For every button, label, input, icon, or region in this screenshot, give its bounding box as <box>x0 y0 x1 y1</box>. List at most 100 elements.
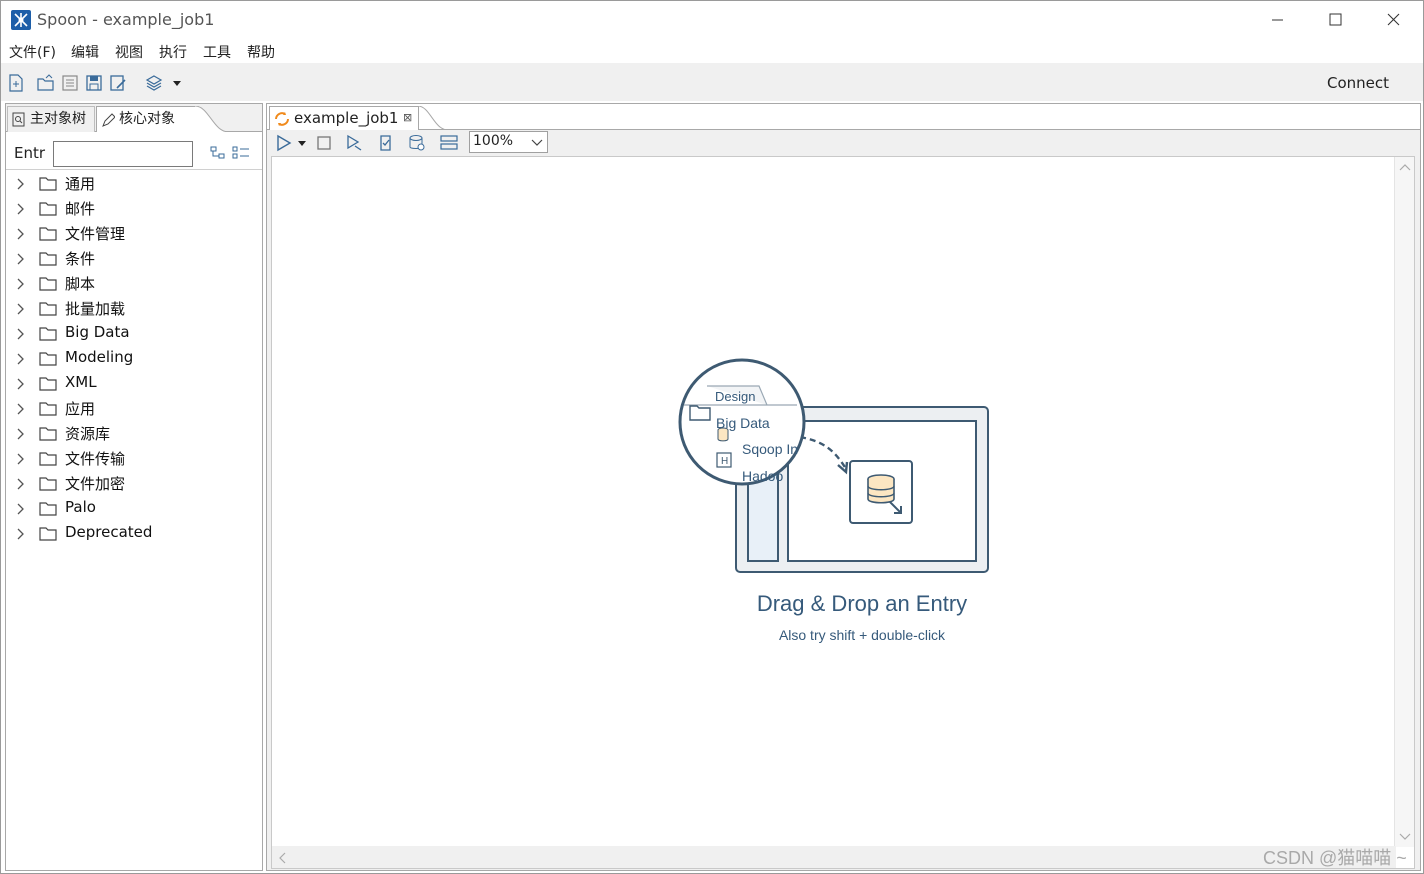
tree-folder-label: 文件管理 <box>65 225 126 243</box>
scroll-up-icon[interactable] <box>1399 163 1411 171</box>
tree-folder-label: 文件加密 <box>65 475 126 493</box>
zoom-select[interactable]: 100% <box>469 131 548 153</box>
chevron-right-icon[interactable] <box>16 477 26 491</box>
horizontal-scrollbar[interactable] <box>272 846 1396 868</box>
chevron-right-icon[interactable] <box>16 452 26 466</box>
chevron-right-icon[interactable] <box>16 377 26 391</box>
folder-icon <box>39 227 57 241</box>
collapse-all-icon[interactable] <box>232 146 250 160</box>
tree-folder-label: 条件 <box>65 250 96 268</box>
menu-run[interactable]: 执行 <box>159 42 187 62</box>
main-toolbar: Connect <box>1 63 1423 101</box>
tree-folder-item[interactable]: 资源库 <box>6 422 262 447</box>
tree-folder-item[interactable]: 文件管理 <box>6 222 262 247</box>
tree-folder-item[interactable]: 条件 <box>6 247 262 272</box>
close-button[interactable] <box>1370 5 1416 35</box>
folder-icon <box>39 327 57 341</box>
tab-core-objects-label: 核心对象 <box>119 111 175 127</box>
chevron-right-icon[interactable] <box>16 302 26 316</box>
chevron-right-icon[interactable] <box>16 427 26 441</box>
illustration-item1: Sqoop In <box>742 441 798 457</box>
check-job-icon[interactable] <box>377 134 395 152</box>
maximize-button[interactable] <box>1312 5 1358 35</box>
folder-icon <box>39 527 57 541</box>
drag-drop-illustration: H Design Big Data Sqoop In Hadoo <box>672 357 1002 591</box>
tree-folder-item[interactable]: Modeling <box>6 347 262 372</box>
scroll-left-icon[interactable] <box>278 852 286 864</box>
tab-edge-decoration <box>418 106 448 130</box>
chevron-right-icon[interactable] <box>16 252 26 266</box>
chevron-right-icon[interactable] <box>16 277 26 291</box>
folder-icon <box>39 177 57 191</box>
tree-folder-item[interactable]: Deprecated <box>6 522 262 547</box>
window-title: Spoon - example_job1 <box>37 10 215 29</box>
minimize-icon <box>1272 19 1283 21</box>
chevron-right-icon[interactable] <box>16 352 26 366</box>
spoon-app-icon <box>11 10 31 30</box>
job-canvas[interactable]: H Design Big Data Sqoop In Hadoo Drag & … <box>271 156 1415 869</box>
menu-view[interactable]: 视图 <box>115 42 143 62</box>
chevron-right-icon[interactable] <box>16 227 26 241</box>
save-as-icon[interactable] <box>109 74 127 92</box>
title-bar: Spoon - example_job1 <box>1 1 1423 39</box>
sql-explorer-icon[interactable] <box>408 134 426 152</box>
tab-core-objects[interactable]: 核心对象 <box>96 106 196 132</box>
chevron-right-icon[interactable] <box>16 177 26 191</box>
open-file-icon[interactable] <box>37 74 55 92</box>
search-input[interactable] <box>53 141 193 167</box>
menu-tools[interactable]: 工具 <box>203 42 231 62</box>
folder-icon <box>39 302 57 316</box>
search-row: Entr <box>6 132 262 170</box>
chevron-right-icon[interactable] <box>16 402 26 416</box>
save-icon[interactable] <box>85 74 103 92</box>
tab-example-job1[interactable]: example_job1 ⊠ <box>269 106 419 130</box>
tree-folder-item[interactable]: 文件加密 <box>6 472 262 497</box>
tree-folder-item[interactable]: 通用 <box>6 172 262 197</box>
illustration-item2: Hadoo <box>742 468 784 484</box>
tree-folder-label: Big Data <box>65 323 130 341</box>
tree-folder-item[interactable]: 应用 <box>6 397 262 422</box>
run-dropdown-icon[interactable] <box>296 134 308 152</box>
tree-folder-item[interactable]: Big Data <box>6 322 262 347</box>
layers-icon[interactable] <box>145 74 163 92</box>
replay-icon[interactable] <box>345 134 363 152</box>
folder-icon <box>39 427 57 441</box>
expand-all-icon[interactable] <box>210 146 226 160</box>
chevron-right-icon[interactable] <box>16 202 26 216</box>
stop-icon[interactable] <box>315 134 333 152</box>
menu-file[interactable]: 文件(F) <box>9 42 56 62</box>
folder-icon <box>39 277 57 291</box>
tree-folder-item[interactable]: 邮件 <box>6 197 262 222</box>
folder-icon <box>39 502 57 516</box>
menu-edit[interactable]: 编辑 <box>71 42 99 62</box>
job-toolbar: 100% <box>269 130 1419 154</box>
left-panel-tabs: 主对象树 核心对象 <box>6 104 262 132</box>
chevron-right-icon[interactable] <box>16 502 26 516</box>
explore-repository-icon[interactable] <box>61 74 79 92</box>
tree-folder-item[interactable]: 批量加载 <box>6 297 262 322</box>
minimize-button[interactable] <box>1255 5 1301 35</box>
tab-close-icon[interactable]: ⊠ <box>403 111 412 124</box>
tree-folder-item[interactable]: 文件传输 <box>6 447 262 472</box>
illustration-design-tab: Design <box>715 389 756 404</box>
chevron-right-icon[interactable] <box>16 527 26 541</box>
scroll-down-icon[interactable] <box>1399 833 1411 841</box>
menu-help[interactable]: 帮助 <box>247 42 275 62</box>
tree-folder-item[interactable]: Palo <box>6 497 262 522</box>
pencil-icon <box>102 113 115 127</box>
show-results-icon[interactable] <box>440 134 458 152</box>
layers-dropdown-icon[interactable] <box>171 74 189 92</box>
tab-main-tree[interactable]: 主对象树 <box>7 106 95 132</box>
menu-bar: 文件(F) 编辑 视图 执行 工具 帮助 <box>1 39 1423 63</box>
chevron-right-icon[interactable] <box>16 327 26 341</box>
connect-button[interactable]: Connect <box>1327 74 1389 92</box>
run-icon[interactable] <box>275 134 293 152</box>
tab-edge-decoration <box>195 106 229 132</box>
close-icon <box>1387 13 1400 26</box>
tree-folder-item[interactable]: XML <box>6 372 262 397</box>
new-file-icon[interactable] <box>7 74 25 92</box>
tree-folder-item[interactable]: 脚本 <box>6 272 262 297</box>
search-label: Entr <box>14 144 46 162</box>
tab-main-tree-label: 主对象树 <box>30 111 86 127</box>
vertical-scrollbar[interactable] <box>1394 157 1414 847</box>
